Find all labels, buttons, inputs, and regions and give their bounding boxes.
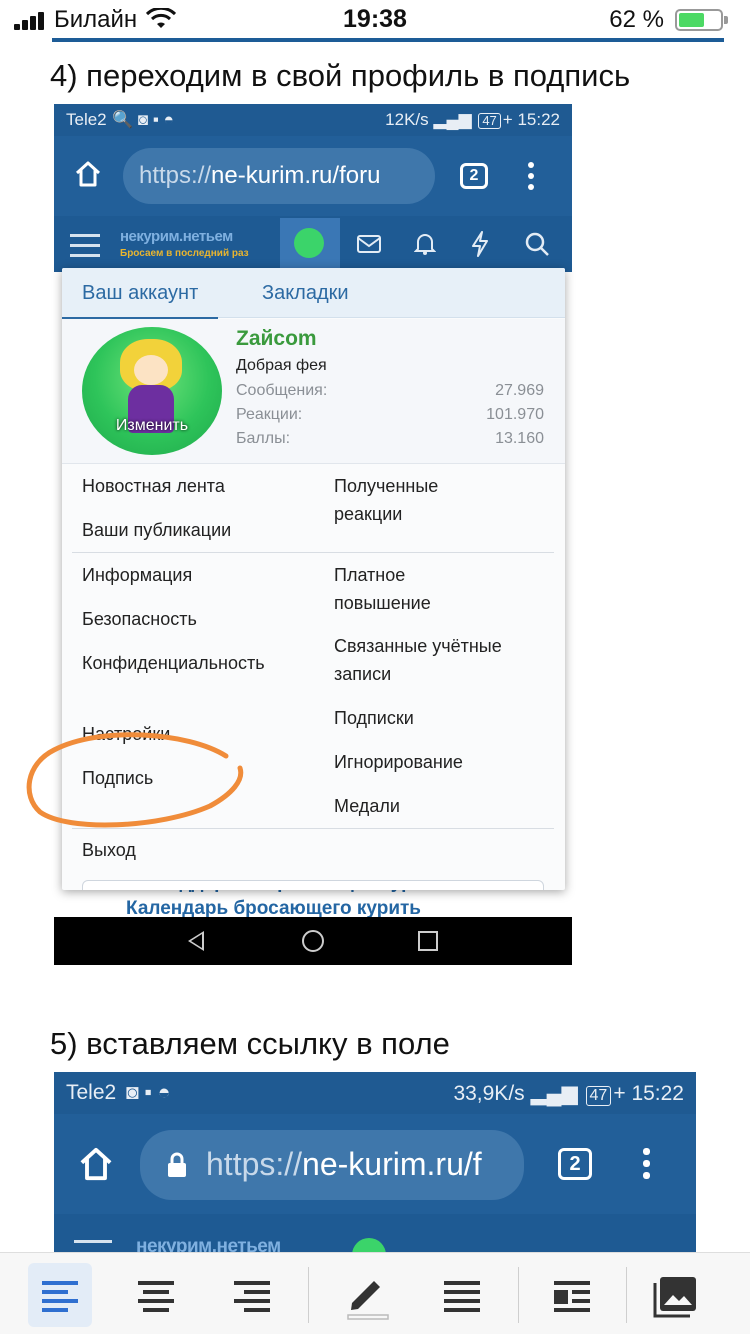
android-battery: 47 [478,113,501,129]
tab-bookmarks[interactable]: Закладки [262,282,349,305]
menu-item-connected-accounts[interactable]: Связанные учётные записи [334,632,554,688]
android-carrier: Tele2 [66,110,107,129]
justify-icon[interactable] [430,1263,494,1327]
menu-item-account-upgrades[interactable]: Платное повышение [334,561,494,617]
tab-your-account[interactable]: Ваш аккаунт [62,282,219,320]
recent-apps-icon[interactable] [418,931,438,951]
android-status-bar: Tele2 ◙ ▪ ◓ 33,9K/s ▂▄▆ 47 + 15:22 [54,1072,696,1114]
url-field[interactable]: https://ne-kurim.ru/foru [123,148,435,204]
lightning-icon[interactable] [470,231,490,257]
android-status-bar: Tele2 🔍 ◙ ▪ ◓ 12K/s ▂▄▆ 47 + 15:22 [54,104,572,136]
step-4-title: 4) переходим в свой профиль в подпись [50,58,631,93]
site-slogan: Бросаем в последний раз [120,248,249,259]
align-right-icon[interactable] [220,1263,284,1327]
tabs-count-button[interactable]: 2 [558,1148,592,1180]
android-speed: 12K/s [385,110,429,129]
editor-toolbar [0,1252,750,1334]
align-center-icon[interactable] [124,1263,188,1327]
avatar [294,228,324,258]
toolbar-divider [626,1267,627,1323]
site-navbar: некурим.нетьем Бросаем в последний раз [54,216,572,272]
text-wrap-icon[interactable] [540,1263,604,1327]
menu-item-following[interactable]: Подписки [334,704,414,732]
site-logo[interactable]: некурим.нетьем [120,228,233,245]
browser-toolbar: https://ne-kurim.ru/f 2 [54,1114,696,1214]
lock-icon [168,1152,186,1177]
stat-points: Баллы: 13.160 [236,430,544,447]
home-icon[interactable] [74,160,102,188]
battery-percent: 62 % [609,6,664,33]
user-title: Добрая фея [236,357,327,374]
stat-messages: Сообщения: 27.969 [236,382,544,399]
account-tab[interactable] [280,218,340,272]
menu-item-privacy[interactable]: Конфиденциальность [82,649,294,677]
hamburger-icon[interactable] [74,1240,112,1250]
android-nav-bar [54,917,572,965]
input-edge [82,880,544,890]
back-icon[interactable] [188,931,204,951]
avatar[interactable]: Изменить [82,327,222,455]
align-left-icon[interactable] [28,1263,92,1327]
tabs-count-button[interactable]: 2 [460,163,488,189]
stat-reactions: Реакции: 101.970 [236,406,544,423]
more-menu-icon[interactable] [528,162,534,195]
divider [72,552,554,553]
android-carrier: Tele2 [66,1081,117,1104]
menu-item-reactions-received[interactable]: Полученные реакции [334,472,504,528]
profile-card: Изменить Zайcom Добрая фея Сообщения: 27.… [62,319,565,464]
search-icon[interactable] [524,231,550,257]
menu-tabs: Ваш аккаунт Закладки [62,268,565,320]
hamburger-icon[interactable] [70,234,100,264]
site-navbar: некурим.нетьем [54,1214,696,1254]
url-field[interactable]: https://ne-kurim.ru/f [140,1130,524,1200]
step-5-screenshot: Tele2 ◙ ▪ ◓ 33,9K/s ▂▄▆ 47 + 15:22 https:… [54,1072,696,1254]
battery-icon [675,9,723,31]
divider [52,38,724,42]
toolbar-divider [308,1267,309,1323]
more-menu-icon[interactable] [643,1148,650,1184]
menu-item-ignoring[interactable]: Игнорирование [334,748,463,776]
username[interactable]: Zайcom [236,327,317,351]
menu-item-news-feed[interactable]: Новостная лента [82,472,225,500]
android-status-icons: 🔍 ◙ ▪ ◓ [112,110,174,129]
ios-status-bar: Билайн 19:38 62 % [0,0,750,40]
bell-icon[interactable] [414,232,436,256]
android-battery: 47 [585,1086,612,1106]
menu-item-your-content[interactable]: Ваши публикации [82,516,231,544]
menu-item-logout[interactable]: Выход [82,836,136,864]
home-circle-icon[interactable] [302,930,324,952]
toolbar-divider [518,1267,519,1323]
mail-icon[interactable] [356,234,382,254]
image-gallery-icon[interactable] [644,1263,708,1327]
home-icon[interactable] [78,1146,114,1182]
menu-item-security[interactable]: Безопасность [82,605,197,633]
menu-item-account-details[interactable]: Информация [82,561,192,589]
annotation-circle [26,732,244,828]
menu-item-medals[interactable]: Медали [334,792,400,820]
android-status-icons: ◙ ▪ ◓ [126,1081,171,1104]
android-time: 15:22 [517,110,560,129]
pencil-icon[interactable] [336,1263,400,1327]
browser-toolbar: https://ne-kurim.ru/foru 2 [54,136,572,216]
android-speed: 33,9K/s [453,1082,525,1105]
change-avatar-label[interactable]: Изменить [82,417,222,435]
android-time: 15:22 [631,1082,684,1105]
step-5-title: 5) вставляем ссылку в поле [50,1026,450,1061]
